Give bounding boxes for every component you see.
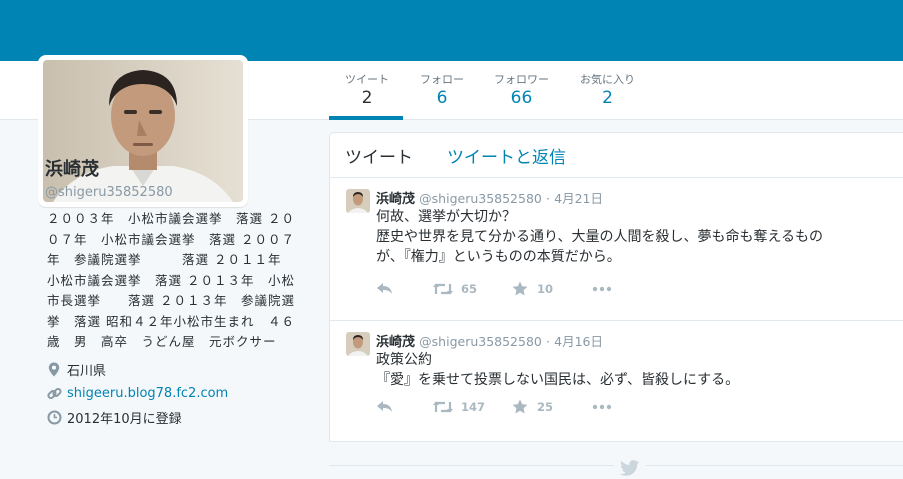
retweet-button[interactable]: 147 xyxy=(432,400,512,414)
location-pin-icon xyxy=(45,362,63,377)
tweet-text: 政策公約 『愛』を乗せて投票しない国民は、必ず、皆殺しにする。 xyxy=(376,350,896,390)
more-button[interactable] xyxy=(592,404,612,410)
tweet-text-line: 歴史や世界を見て分かる通り、大量の人間を殺し、夢も命も奪えるもの xyxy=(376,229,824,245)
nav-following-label: フォロー xyxy=(420,73,464,86)
tab-tweets-and-replies[interactable]: ツイートと返信 xyxy=(447,143,566,168)
more-button[interactable] xyxy=(592,286,612,292)
location-text: 石川県 xyxy=(67,363,107,379)
calendar-clock-icon xyxy=(45,410,63,425)
more-dots-icon xyxy=(592,286,612,291)
bio-line: 市長選挙 落選 ２０１３年 参議院選 xyxy=(47,293,295,308)
nav-favorites[interactable]: お気に入り 2 xyxy=(566,71,649,108)
retweet-button[interactable]: 65 xyxy=(432,282,512,296)
profile-name[interactable]: 浜崎茂 xyxy=(45,155,310,181)
twitter-bird-icon xyxy=(614,460,646,479)
retweet-count: 147 xyxy=(461,399,486,414)
nav-followers-label: フォロワー xyxy=(494,73,549,86)
tweet[interactable]: 浜崎茂 @shigeru35852580 · 4月21日 何故、選挙が大切か？ … xyxy=(330,178,903,321)
tweet-actions: 147 25 xyxy=(376,399,612,414)
tweet-header: 浜崎茂 @shigeru35852580 · 4月21日 xyxy=(376,188,603,207)
profile-header-banner xyxy=(0,0,903,61)
bio-line: ０７年 小松市議会選挙 落選 ２００７ xyxy=(47,231,295,247)
nav-active-indicator xyxy=(329,116,403,120)
nav-followers-count: 66 xyxy=(510,88,533,108)
nav-followers[interactable]: フォロワー 66 xyxy=(480,71,563,108)
reply-button[interactable] xyxy=(376,282,432,296)
reply-icon xyxy=(377,400,392,412)
tweet-avatar[interactable] xyxy=(346,332,370,356)
star-icon xyxy=(512,281,528,296)
favorite-count: 10 xyxy=(537,281,554,296)
bio-line: 歳 男 高卒 うどん屋 元ボクサー xyxy=(47,334,277,349)
profile-website[interactable]: shigeeru.blog78.fc2.com xyxy=(45,383,310,404)
website-link[interactable]: shigeeru.blog78.fc2.com xyxy=(67,386,228,401)
tweet-separator: · xyxy=(546,334,550,349)
nav-favorites-count: 2 xyxy=(602,88,613,108)
tweet-actions: 65 10 xyxy=(376,281,612,296)
profile-joined: 2012年10月に登録 xyxy=(45,407,310,428)
profile-card: 浜崎茂 @shigeru35852580 ２００３年 小松市議会選挙 落選 ２０… xyxy=(45,155,310,428)
profile-location: 石川県 xyxy=(45,359,310,380)
retweet-count: 65 xyxy=(461,281,478,296)
tweet-text: 何故、選挙が大切か？ 歴史や世界を見て分かる通り、大量の人間を殺し、夢も命も奪え… xyxy=(376,207,896,267)
tweet-text-line: 何故、選挙が大切か？ xyxy=(376,209,516,225)
reply-icon xyxy=(377,282,392,294)
tweet-text-line: 『愛』を乗せて投票しない国民は、必ず、皆殺しにする。 xyxy=(376,372,740,388)
favorite-button[interactable]: 25 xyxy=(512,399,592,414)
retweet-icon xyxy=(433,401,453,412)
nav-following[interactable]: フォロー 6 xyxy=(406,71,478,108)
more-dots-icon xyxy=(592,404,612,409)
tweet-timestamp[interactable]: 4月16日 xyxy=(554,334,603,349)
tweet-header: 浜崎茂 @shigeru35852580 · 4月16日 xyxy=(376,331,603,350)
tweet-author-handle[interactable]: @shigeru35852580 xyxy=(419,191,542,206)
timeline-tabs: ツイート ツイートと返信 xyxy=(330,133,903,178)
bio-line: 挙 落選 昭和４２年小松市生まれ ４６ xyxy=(47,313,295,329)
bio-line: ２００３年 小松市議会選挙 落選 ２０ xyxy=(47,211,295,226)
nav-favorites-label: お気に入り xyxy=(580,73,635,86)
nav-tweets-count: 2 xyxy=(361,88,373,108)
bio-line: 年 参議院選挙 落選 ２０１１年 xyxy=(47,252,282,267)
joined-text: 2012年10月に登録 xyxy=(67,411,182,427)
link-icon xyxy=(45,386,63,401)
tweet-text-line: 政策公約 xyxy=(376,352,432,368)
profile-bio: ２００３年 小松市議会選挙 落選 ２０ ０７年 小松市議会選挙 落選 ２００７ … xyxy=(45,209,310,353)
tab-tweets[interactable]: ツイート xyxy=(345,143,413,168)
nav-tweets[interactable]: ツイート 2 xyxy=(331,71,403,108)
nav-tweets-label: ツイート xyxy=(345,73,389,86)
tweet-avatar[interactable] xyxy=(346,189,370,213)
tweet-author-handle[interactable]: @shigeru35852580 xyxy=(419,334,542,349)
favorite-count: 25 xyxy=(537,399,554,414)
tweet-text-line: が、『権力』というものの本質だから。 xyxy=(376,249,621,265)
timeline: ツイート ツイートと返信 浜崎茂 @shigeru35852580 · 4月21… xyxy=(329,132,903,442)
tweet-timestamp[interactable]: 4月21日 xyxy=(554,191,603,206)
profile-handle[interactable]: @shigeru35852580 xyxy=(45,185,310,200)
tweet-author-name[interactable]: 浜崎茂 xyxy=(376,192,415,207)
favorite-button[interactable]: 10 xyxy=(512,281,592,296)
star-icon xyxy=(512,399,528,414)
tweet-separator: · xyxy=(546,191,550,206)
retweet-icon xyxy=(433,283,453,294)
tweet-author-name[interactable]: 浜崎茂 xyxy=(376,335,415,350)
nav-following-count: 6 xyxy=(436,88,448,108)
bio-line: 小松市議会選挙 落選 ２０１３年 小松 xyxy=(47,272,295,288)
reply-button[interactable] xyxy=(376,400,432,414)
tweet[interactable]: 浜崎茂 @shigeru35852580 · 4月16日 政策公約 『愛』を乗せ… xyxy=(330,321,903,464)
